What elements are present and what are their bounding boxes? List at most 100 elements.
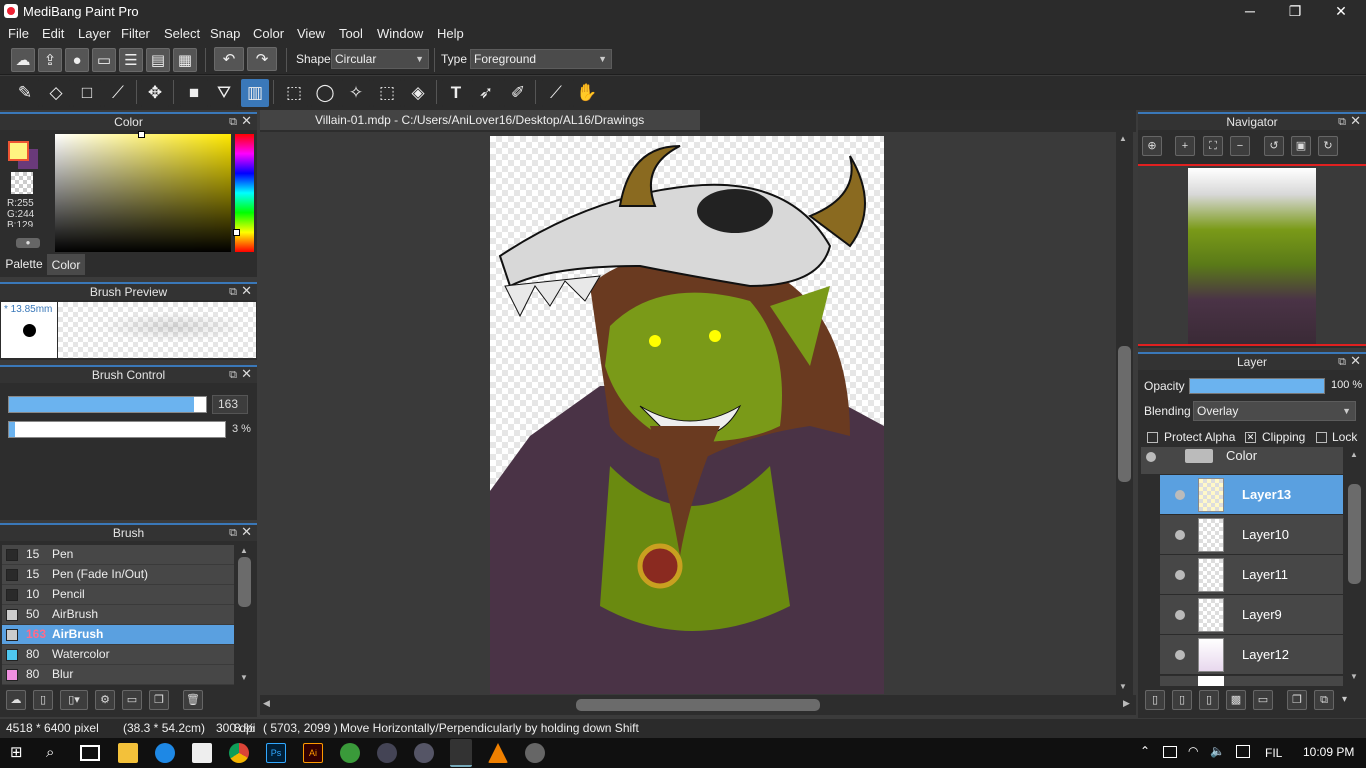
visibility-eye-icon[interactable] — [1175, 610, 1185, 620]
menu-select[interactable]: Select — [164, 26, 200, 41]
close-icon[interactable]: ✕ — [1350, 113, 1361, 129]
scroll-down-icon[interactable]: ▼ — [1119, 682, 1127, 691]
float-icon[interactable]: ⧉ — [229, 367, 237, 383]
close-icon[interactable]: ✕ — [241, 524, 252, 540]
visibility-eye-icon[interactable] — [1175, 570, 1185, 580]
select-rect-tool-icon[interactable]: ⬚ — [280, 79, 308, 107]
visibility-eye-icon[interactable] — [1175, 490, 1185, 500]
search-icon[interactable]: ⌕ — [46, 744, 54, 761]
layer-opacity-slider[interactable] — [1189, 378, 1325, 394]
store-icon[interactable] — [192, 743, 212, 763]
new-8bit-layer-icon[interactable]: ▯ — [1199, 690, 1219, 710]
app-icon-eye[interactable] — [414, 743, 434, 763]
brush-list-item[interactable]: 80 Watercolor — [2, 645, 234, 665]
gradient-tool-icon[interactable]: ▥ — [241, 79, 269, 107]
medibang-taskbar-icon[interactable] — [450, 739, 472, 767]
lock-checkbox[interactable] — [1316, 432, 1327, 443]
scroll-up-icon[interactable]: ▲ — [1350, 450, 1358, 459]
menu-color[interactable]: Color — [253, 26, 284, 41]
add-cloud-brush-icon[interactable]: ☁ — [6, 690, 26, 710]
canvas-horizontal-scrollbar[interactable]: ◀ ▶ — [260, 695, 1136, 715]
hue-cursor[interactable] — [233, 229, 240, 236]
magic-wand-tool-icon[interactable]: ✧ — [342, 79, 370, 107]
brush-tool-icon[interactable]: ✎ — [11, 79, 39, 107]
layer-row[interactable]: Layer12 — [1160, 635, 1343, 675]
move-tool-icon[interactable]: ✥ — [141, 79, 169, 107]
layer-row[interactable]: Layer11 — [1160, 555, 1343, 595]
close-icon[interactable]: ✕ — [1350, 353, 1361, 369]
menu-snap[interactable]: Snap — [210, 26, 240, 41]
close-icon[interactable]: ✕ — [241, 283, 252, 299]
add-brush-dropdown-icon[interactable]: ▯▾ — [60, 690, 88, 710]
text-tool-icon[interactable]: T — [442, 79, 470, 107]
tab-palette[interactable]: Palette — [1, 254, 47, 275]
menu-edit[interactable]: Edit — [42, 26, 64, 41]
eraser-tool-icon[interactable]: ◇ — [42, 79, 70, 107]
float-icon[interactable]: ⧉ — [1338, 114, 1346, 130]
edge-icon[interactable] — [155, 743, 175, 763]
file-explorer-icon[interactable] — [118, 743, 138, 763]
panel-icon[interactable]: ▤ — [146, 48, 170, 72]
fit-window-icon[interactable]: ⛶ — [1203, 136, 1223, 156]
merge-layer-icon[interactable]: ⧉ — [1314, 690, 1334, 710]
type-select[interactable]: Foreground ▼ — [470, 49, 612, 69]
menu-file[interactable]: File — [8, 26, 29, 41]
windows-start-icon[interactable]: ⊞ — [10, 745, 26, 761]
scroll-down-icon[interactable]: ▼ — [1350, 672, 1358, 681]
canvas-vertical-scrollbar[interactable]: ▲ ▼ — [1116, 132, 1133, 695]
clock[interactable]: 10:09 PM — [1303, 745, 1354, 759]
menu-filter[interactable]: Filter — [121, 26, 150, 41]
brush-list-scroll-thumb[interactable] — [238, 557, 251, 607]
canvas-vertical-scroll-thumb[interactable] — [1118, 346, 1131, 482]
saturation-value-picker[interactable] — [55, 134, 231, 252]
new-pattern-layer-icon[interactable]: ▩ — [1226, 690, 1246, 710]
zoom-fit-icon[interactable]: ⊕ — [1142, 136, 1162, 156]
more-options-icon[interactable]: ▾ — [1342, 694, 1347, 705]
lasso-tool-icon[interactable]: ◯ — [311, 79, 339, 107]
menu-window[interactable]: Window — [377, 26, 423, 41]
notifications-icon[interactable] — [1236, 745, 1250, 758]
layer-list-scroll-thumb[interactable] — [1348, 484, 1361, 584]
layer-row[interactable]: Layer10 — [1160, 515, 1343, 555]
tab-color[interactable]: Color — [47, 254, 85, 275]
scroll-down-icon[interactable]: ▼ — [240, 673, 248, 682]
reset-view-icon[interactable]: ▣ — [1291, 136, 1311, 156]
brush-size-slider[interactable] — [8, 396, 207, 413]
new-layer-icon[interactable]: ▯ — [1145, 690, 1165, 710]
select-pen-tool-icon[interactable]: ⬚ — [373, 79, 401, 107]
visibility-eye-icon[interactable] — [1175, 650, 1185, 660]
app-icon-controller[interactable] — [377, 743, 397, 763]
brush-size-input[interactable]: 163 — [212, 395, 248, 414]
zoom-out-icon[interactable]: − — [1230, 136, 1250, 156]
dot-tool-icon[interactable]: □ — [73, 79, 101, 107]
layer-row[interactable]: Layer13 — [1160, 475, 1343, 515]
eyedropper-small-icon[interactable]: ● — [16, 238, 40, 248]
float-icon[interactable]: ⧉ — [229, 525, 237, 541]
document-icon[interactable]: ☰ — [119, 48, 143, 72]
vlc-icon[interactable] — [488, 743, 508, 763]
picker-cursor[interactable] — [138, 131, 145, 138]
new-halftone-layer-icon[interactable]: ▯ — [1172, 690, 1192, 710]
transparent-swatch[interactable] — [11, 172, 33, 194]
brush-list-item[interactable]: 163 AirBrush — [2, 625, 234, 645]
float-icon[interactable]: ⧉ — [229, 114, 237, 130]
task-view-icon[interactable] — [80, 745, 100, 761]
select-eraser-tool-icon[interactable]: ◈ — [404, 79, 432, 107]
maximize-button[interactable]: ❐ — [1272, 0, 1318, 22]
share-icon[interactable]: ⇪ — [38, 48, 62, 72]
app-icon-green[interactable] — [340, 743, 360, 763]
eyedropper-tool-icon[interactable]: ⟋ — [542, 79, 570, 107]
menu-tool[interactable]: Tool — [339, 26, 363, 41]
menu-help[interactable]: Help — [437, 26, 464, 41]
brush-opacity-slider[interactable] — [8, 421, 226, 438]
divide-tool-icon[interactable]: ✐ — [504, 79, 532, 107]
fill-rect-tool-icon[interactable]: ■ — [180, 79, 208, 107]
wifi-icon[interactable]: ◠ — [1188, 744, 1198, 758]
blur-tool-icon[interactable]: ⟋ — [104, 79, 132, 107]
volume-icon[interactable]: 🔈 — [1210, 744, 1225, 758]
clipping-checkbox[interactable]: ✕ — [1245, 432, 1256, 443]
folder-icon[interactable]: ▭ — [122, 690, 142, 710]
close-icon[interactable]: ✕ — [241, 366, 252, 382]
layer-folder-row[interactable]: Color — [1141, 447, 1343, 474]
illustrator-icon[interactable]: Ai — [303, 743, 323, 763]
